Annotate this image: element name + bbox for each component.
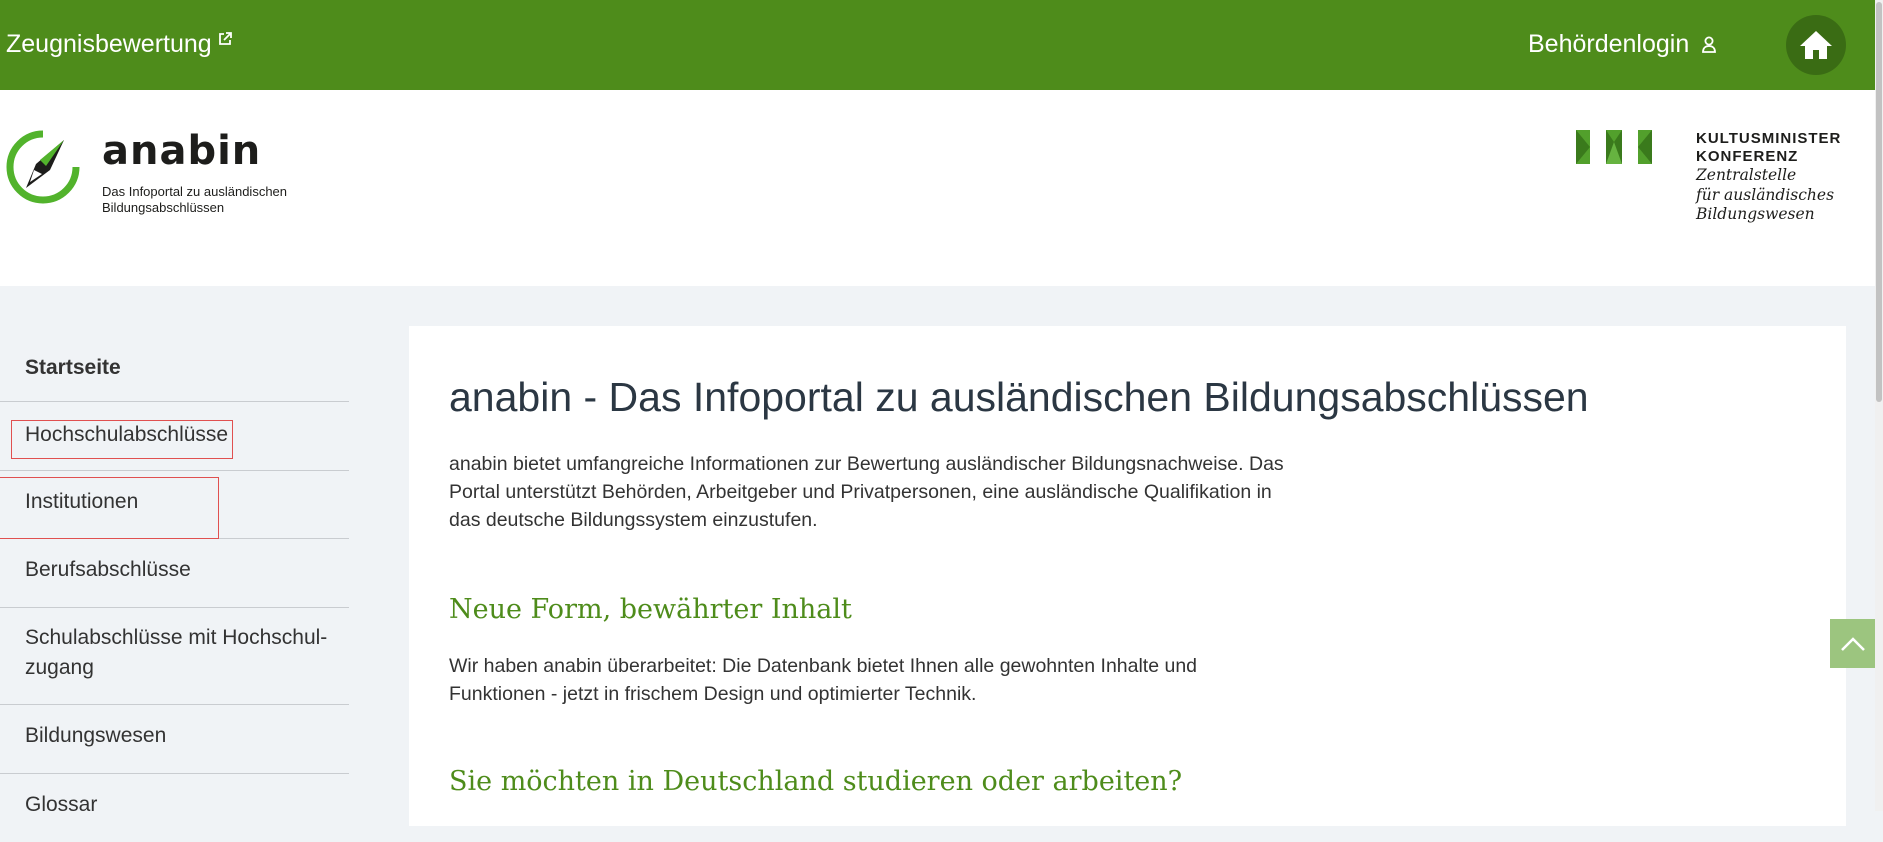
chevron-up-icon <box>1840 636 1865 651</box>
scrollbar-thumb[interactable] <box>1876 2 1882 402</box>
external-link-icon <box>218 31 232 45</box>
sidebar-item-label: Bildungswesen <box>25 724 167 747</box>
behoerdenlogin-label: Behördenlogin <box>1528 30 1690 58</box>
main-content: anabin - Das Infoportal zu ausländischen… <box>409 326 1846 826</box>
sidebar-item-label: Glossar <box>25 793 98 816</box>
sidebar-item-label: Startseite <box>25 356 121 379</box>
section-text-line-2: Funktionen - jetzt in frischem Design un… <box>449 683 977 705</box>
top-bar: Zeugnisbewertung Behördenlogin <box>0 0 1875 90</box>
kmk-line-5: Bildungswesen <box>1696 205 1815 223</box>
kmk-line-1: KULTUSMINISTER <box>1696 130 1842 147</box>
home-button[interactable] <box>1786 15 1846 75</box>
compass-logo-icon <box>6 130 80 204</box>
section-text-line-1: Wir haben anabin überarbeitet: Die Daten… <box>449 655 1198 677</box>
sidebar-item-label-2: zugang <box>25 656 94 679</box>
kmk-subtitle: Zentralstelle für ausländisches Bildungs… <box>1696 166 1834 225</box>
intro-line-3: das deutsche Bildungssystem einzustufen. <box>449 509 818 531</box>
sidebar-item-glossar[interactable]: Glossar <box>0 774 349 842</box>
kmk-mark-icon <box>1576 130 1652 164</box>
home-icon <box>1800 31 1832 59</box>
section-heading-studieren: Sie möchten in Deutschland studieren ode… <box>449 766 1183 797</box>
sidebar-item-label: Schulabschlüsse mit Hochschul- <box>25 626 328 649</box>
logo-wordmark: anabin <box>102 128 262 174</box>
kmk-logo[interactable]: KULTUSMINISTER KONFERENZ Zentralstelle f… <box>1576 130 1840 223</box>
logo-subtitle: Das Infoportal zu ausländischen Bildungs… <box>102 184 322 216</box>
sidebar-item-startseite[interactable]: Startseite <box>0 336 349 402</box>
sidebar-item-bildungswesen[interactable]: Bildungswesen <box>0 705 349 774</box>
page-scrollbar[interactable] <box>1875 0 1883 811</box>
logo-subtitle-line-1: Das Infoportal zu ausländischen <box>102 184 288 199</box>
kmk-title: KULTUSMINISTER KONFERENZ <box>1696 130 1841 166</box>
zeugnisbewertung-label: Zeugnisbewertung <box>6 30 212 58</box>
sidebar-item-berufsabschluesse[interactable]: Berufsabschlüsse <box>0 539 349 608</box>
sidebar-item-label: Berufsabschlüsse <box>25 558 191 581</box>
anabin-logo[interactable]: anabin Das Infoportal zu ausländischen B… <box>6 128 287 215</box>
highlight-box-hochschulabschluesse <box>11 420 233 459</box>
zeugnisbewertung-link[interactable]: Zeugnisbewertung <box>6 30 232 59</box>
intro-line-1: anabin bietet umfangreiche Informationen… <box>449 453 1284 475</box>
logo-subtitle-line-2: Bildungsabschlüssen <box>102 200 225 215</box>
kmk-line-3: Zentralstelle <box>1696 166 1797 184</box>
kmk-line-4: für ausländisches <box>1696 185 1835 204</box>
header: anabin Das Infoportal zu ausländischen B… <box>0 90 1875 286</box>
section-heading-neue-form: Neue Form, bewährter Inhalt <box>449 594 852 625</box>
behoerdenlogin-link[interactable]: Behördenlogin <box>1528 30 1717 59</box>
intro-line-2: Portal unterstützt Behörden, Arbeitgeber… <box>449 481 1272 503</box>
kmk-line-2: KONFERENZ <box>1696 148 1799 165</box>
sidebar-item-schulabschluesse[interactable]: Schulabschlüsse mit Hochschul- zugang <box>0 608 349 705</box>
user-icon <box>1702 36 1717 53</box>
highlight-box-institutionen <box>0 477 219 539</box>
page-title: anabin - Das Infoportal zu ausländischen… <box>449 374 1589 420</box>
scroll-to-top-button[interactable] <box>1830 619 1875 668</box>
